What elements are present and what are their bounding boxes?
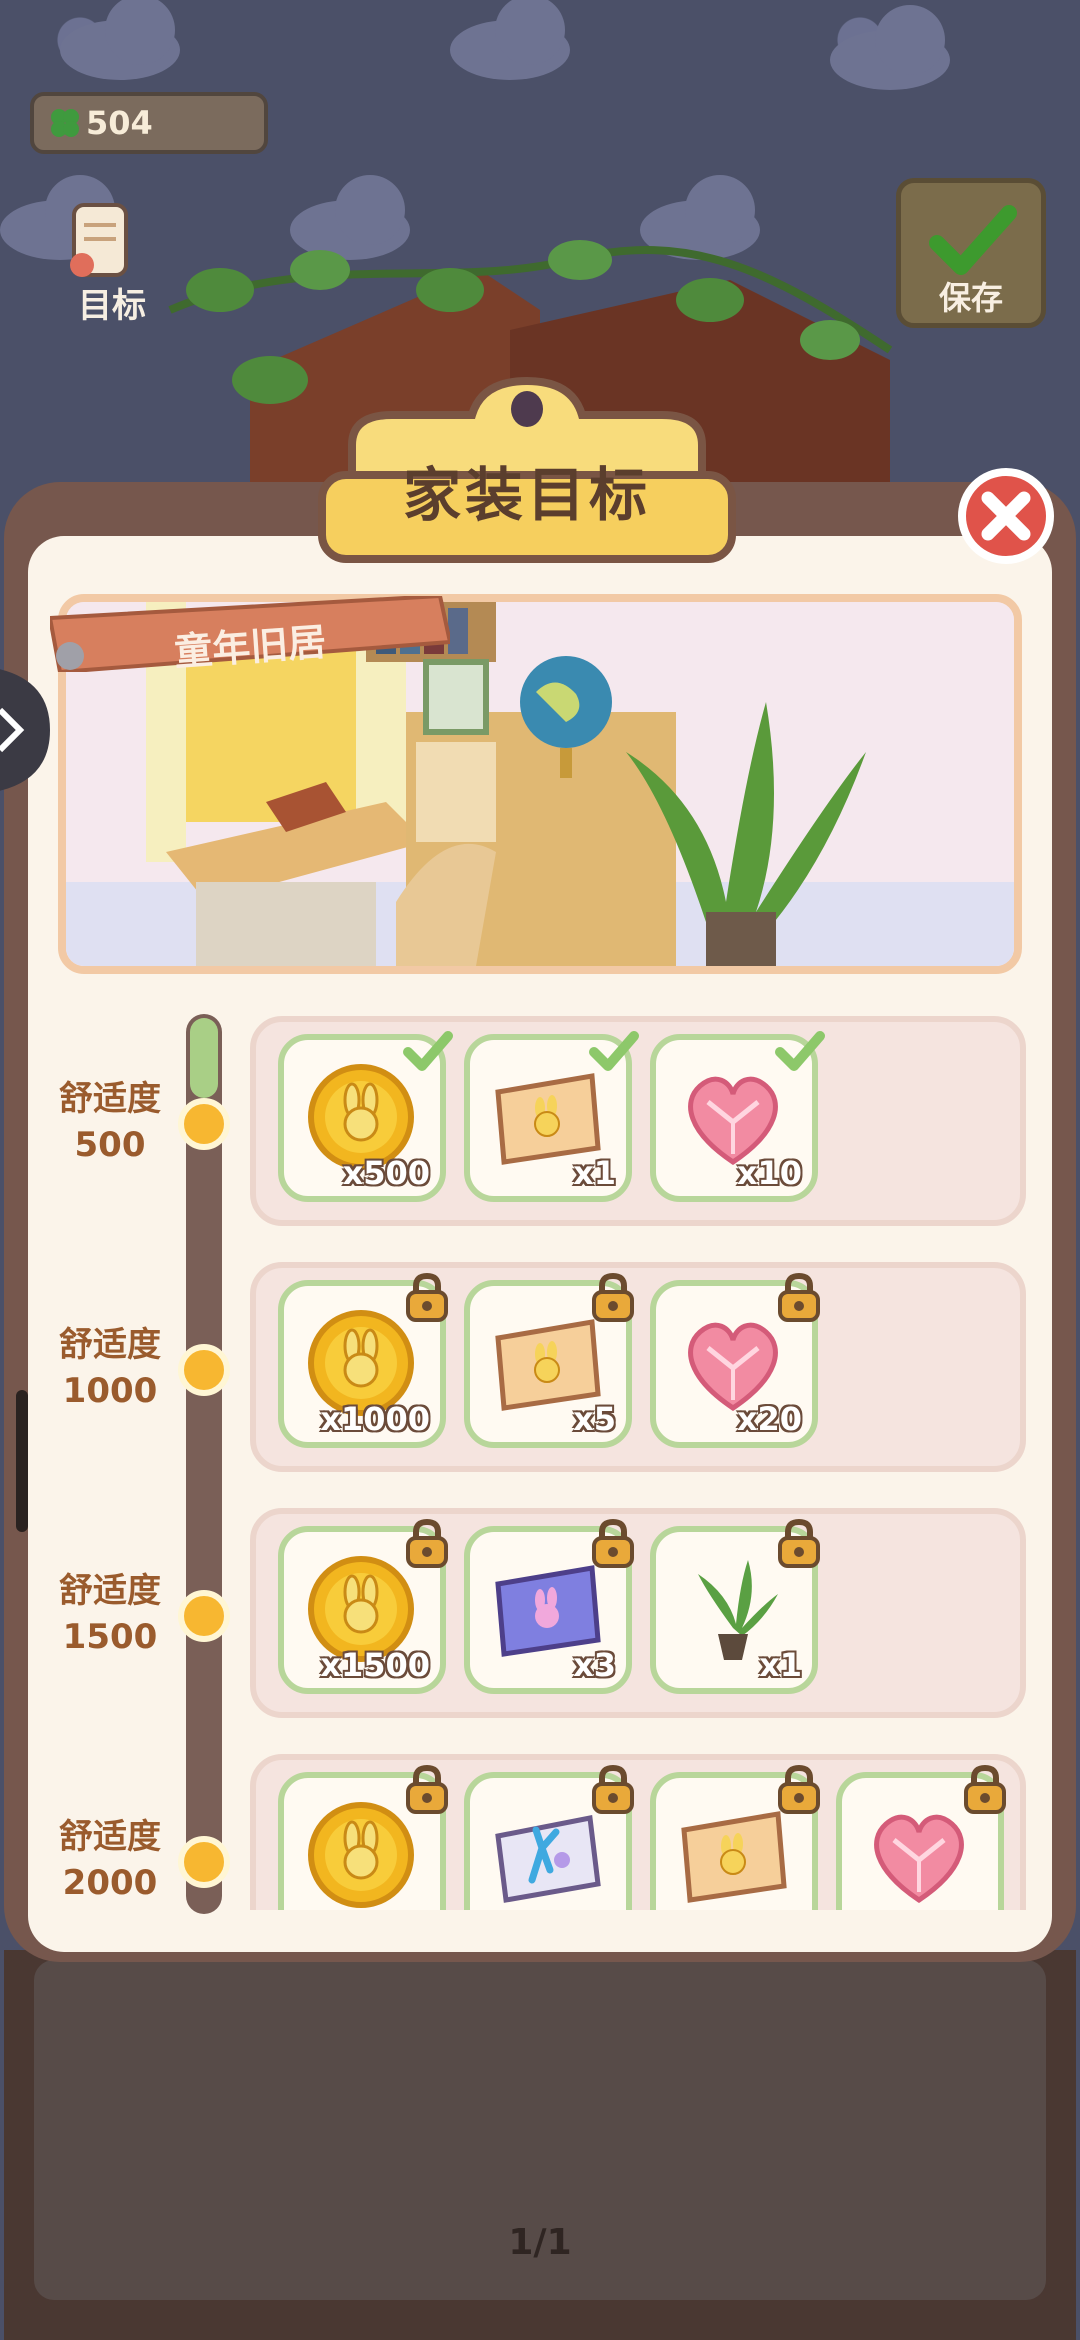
- clover-count: 504: [86, 104, 153, 142]
- progress-node: [178, 1344, 230, 1396]
- progress-node: [178, 1590, 230, 1642]
- cloud-icon: [60, 0, 210, 80]
- page-indicator: 1/1: [508, 2222, 572, 2263]
- close-button[interactable]: [956, 466, 1056, 566]
- tier-label-text: 舒适度: [59, 1079, 161, 1119]
- tier-label-text: 舒适度: [59, 1325, 161, 1365]
- cloud-icon: [450, 0, 600, 80]
- save-label: 保存: [938, 279, 1003, 317]
- goal-scroll-icon[interactable]: [60, 195, 140, 285]
- tier-value: 1500: [62, 1617, 158, 1657]
- tier-label: 舒适度 500: [30, 1076, 190, 1168]
- scrollbar[interactable]: [16, 1390, 28, 1532]
- checkmark-icon: [929, 205, 1017, 275]
- tier-value: 2000: [62, 1863, 158, 1903]
- clover-icon: [51, 109, 79, 137]
- tier-label-text: 舒适度: [59, 1817, 161, 1857]
- dialog-title: 家装目标: [402, 461, 651, 529]
- progress-node: [178, 1098, 230, 1150]
- progress-fill: [190, 1018, 218, 1098]
- clover-counter: 504: [30, 92, 268, 154]
- progress-node: [178, 1836, 230, 1888]
- tier-value: 500: [74, 1125, 146, 1165]
- tier-value: 1000: [62, 1371, 158, 1411]
- tier-label-text: 舒适度: [59, 1571, 161, 1611]
- tier-label: 舒适度 1500: [30, 1568, 190, 1660]
- tier-label: 舒适度 2000: [30, 1814, 190, 1906]
- save-button[interactable]: 保存: [896, 178, 1046, 328]
- side-drawer-toggle[interactable]: [0, 655, 70, 805]
- tier-label: 舒适度 1000: [30, 1322, 190, 1414]
- cloud-icon: [830, 5, 980, 90]
